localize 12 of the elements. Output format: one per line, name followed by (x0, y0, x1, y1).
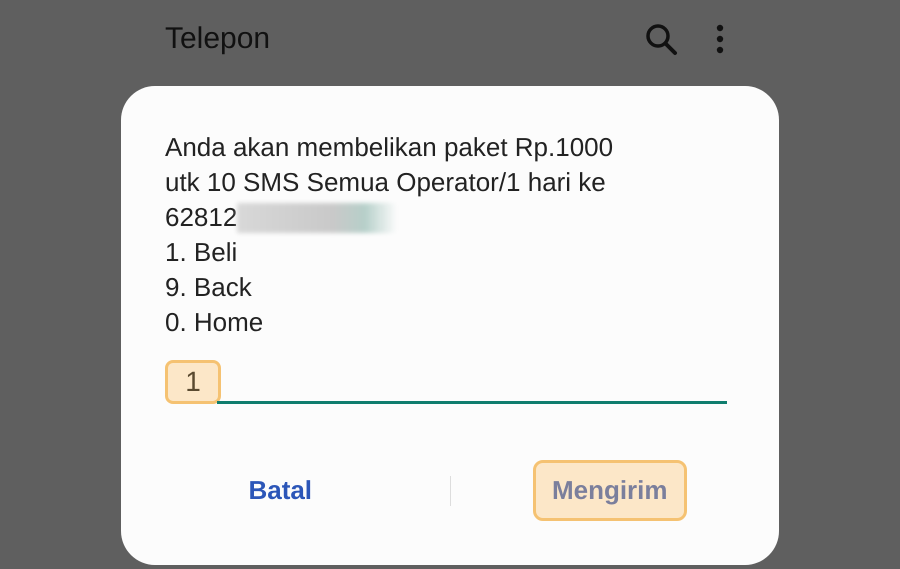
input-value: 1 (165, 360, 221, 404)
message-line: 0. Home (165, 306, 264, 339)
message-line: 9. Back (165, 271, 252, 304)
cancel-button[interactable]: Batal (229, 460, 332, 521)
search-icon[interactable] (644, 22, 678, 56)
message-line: utk 10 SMS Semua Operator/1 hari ke (165, 166, 606, 199)
app-title: Telepon (165, 22, 272, 56)
message-line: Anda akan membelikan paket Rp.1000 (165, 131, 614, 164)
message-line: 1. Beli (165, 236, 238, 269)
input-field[interactable] (217, 401, 727, 404)
more-icon[interactable] (716, 24, 724, 54)
message-line: 62812 (165, 201, 238, 234)
